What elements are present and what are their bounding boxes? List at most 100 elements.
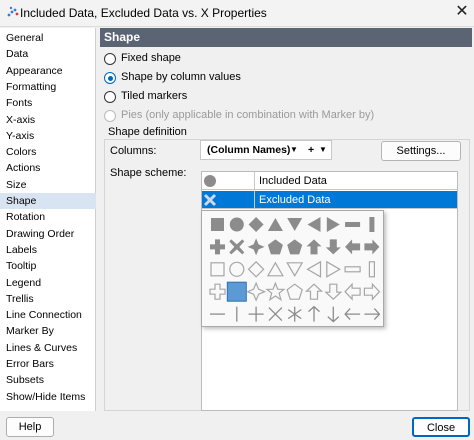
nav-item-show-hide-items[interactable]: Show/Hide Items (0, 389, 96, 405)
columns-label: Columns: (110, 145, 157, 157)
tri-up-filled-icon[interactable] (267, 218, 283, 231)
radio-label: Pies (only applicable in combination wit… (121, 109, 375, 121)
star4-filled-icon[interactable] (247, 238, 265, 256)
x-filled-icon[interactable] (229, 239, 245, 255)
nav-item-legend[interactable]: Legend (0, 275, 96, 291)
nav-item-fonts[interactable]: Fonts (0, 95, 96, 111)
thin-right-line-icon[interactable] (364, 308, 381, 321)
close-button[interactable]: Close (412, 417, 470, 437)
tri-down-filled-icon[interactable] (287, 218, 303, 231)
nav-item-size[interactable]: Size (0, 177, 96, 193)
nav-item-marker-by[interactable]: Marker By (0, 323, 96, 339)
thin-x-line-icon[interactable] (268, 307, 283, 322)
hbar-outline-icon[interactable] (344, 266, 361, 273)
title-bar: Included Data, Excluded Data vs. X Prope… (0, 0, 474, 27)
palette-selected-square[interactable] (226, 281, 247, 302)
scheme-row-label: Included Data (259, 175, 327, 187)
shape-palette-popup[interactable] (201, 210, 384, 327)
tri-up-outline-icon[interactable] (266, 261, 284, 277)
radio-label: Shape by column values (121, 71, 241, 83)
pentagon-outline-icon[interactable] (286, 283, 303, 300)
nav-item-x-axis[interactable]: X-axis (0, 112, 96, 128)
arrow-left-filled-icon[interactable] (345, 239, 361, 255)
plus-outline-icon[interactable] (209, 283, 226, 300)
nav-item-subsets[interactable]: Subsets (0, 372, 96, 388)
properties-nav: General Data Appearance Formatting Fonts X-ax… (0, 28, 96, 411)
square-outline-icon[interactable] (210, 262, 225, 277)
shape-palette-grid[interactable] (202, 211, 385, 328)
settings-button[interactable]: Settings... (381, 141, 461, 161)
dialog-footer: Help Close (0, 411, 474, 440)
asterisk-line-icon[interactable] (287, 306, 302, 322)
scheme-row-label: Excluded Data (259, 194, 331, 206)
pentagon-filled-icon[interactable] (287, 239, 303, 255)
column-modifier-dropdown[interactable]: + (308, 143, 314, 157)
arrow-left-outline-icon[interactable] (344, 282, 361, 301)
radio-label: Fixed shape (121, 52, 181, 64)
hbar-filled-icon[interactable] (345, 222, 361, 227)
arrow-up-filled-icon[interactable] (306, 239, 322, 255)
nav-item-formatting[interactable]: Formatting (0, 79, 96, 95)
tri-right-filled-icon[interactable] (326, 217, 340, 232)
nav-item-shape[interactable]: Shape (0, 193, 96, 209)
radio-button (104, 110, 116, 122)
nav-item-y-axis[interactable]: Y-axis (0, 128, 96, 144)
vbar-filled-icon[interactable] (369, 217, 375, 232)
tri-right-outline-icon[interactable] (326, 260, 342, 278)
scheme-row-included[interactable]: Included Data (202, 172, 457, 190)
thin-left-line-icon[interactable] (344, 308, 361, 321)
arrow-down-outline-icon[interactable] (324, 283, 343, 301)
radio-label: Tiled markers (121, 90, 188, 102)
nav-item-rotation[interactable]: Rotation (0, 209, 96, 225)
nav-item-lines-curves[interactable]: Lines & Curves (0, 340, 96, 356)
circle-outline-icon[interactable] (229, 261, 245, 277)
nav-item-error-bars[interactable]: Error Bars (0, 356, 96, 372)
shape-definition-title: Shape definition (108, 126, 187, 138)
pentagon-filled-icon[interactable] (267, 239, 283, 255)
nav-item-colors[interactable]: Colors (0, 144, 96, 160)
nav-item-tooltip[interactable]: Tooltip (0, 258, 96, 274)
chevron-down-icon[interactable]: ▼ (290, 143, 298, 157)
plus-filled-icon[interactable] (210, 239, 225, 255)
nav-item-appearance[interactable]: Appearance (0, 63, 96, 79)
square-filled-icon[interactable] (211, 218, 224, 231)
arrow-up-outline-icon[interactable] (304, 283, 324, 300)
window-title: Included Data, Excluded Data vs. X Prope… (20, 6, 267, 20)
panel-header: Shape (100, 28, 472, 47)
radio-button[interactable] (104, 53, 116, 65)
arrow-right-outline-icon[interactable] (363, 282, 381, 301)
thin-up-line-icon[interactable] (308, 305, 320, 322)
thin-down-line-icon[interactable] (327, 306, 340, 323)
tri-down-outline-icon[interactable] (286, 262, 304, 278)
columns-selector[interactable]: (Column Names) ▼ + ▼ (200, 140, 332, 160)
tri-left-filled-icon[interactable] (307, 217, 321, 232)
nav-item-actions[interactable]: Actions (0, 160, 96, 176)
nav-item-line-connection[interactable]: Line Connection (0, 307, 96, 323)
arrow-right-filled-icon[interactable] (364, 239, 380, 255)
radio-button[interactable] (104, 91, 116, 103)
nav-item-general[interactable]: General (0, 30, 96, 46)
chevron-down-icon[interactable]: ▼ (319, 143, 327, 157)
scheme-row-excluded[interactable]: Excluded Data (202, 191, 457, 209)
column-names-dropdown[interactable]: (Column Names) (207, 143, 290, 157)
help-button[interactable]: Help (6, 417, 54, 437)
thin-plus-line-icon[interactable] (248, 306, 264, 322)
diamond-filled-icon[interactable] (248, 217, 264, 232)
star5-outline-icon[interactable] (265, 281, 286, 302)
x-outline-icon[interactable] (202, 191, 255, 209)
tri-left-outline-icon[interactable] (306, 260, 322, 278)
nav-item-labels[interactable]: Labels (0, 242, 96, 258)
app-icon (7, 6, 19, 17)
arrow-down-filled-icon[interactable] (325, 239, 341, 255)
shape-scheme-label: Shape scheme: (110, 167, 187, 179)
vbar-outline-icon[interactable] (368, 261, 375, 278)
nav-item-trellis[interactable]: Trellis (0, 291, 96, 307)
nav-item-data[interactable]: Data (0, 46, 96, 62)
diamond-outline-icon[interactable] (247, 260, 265, 278)
nav-item-drawing-order[interactable]: Drawing Order (0, 226, 96, 242)
close-window-icon[interactable]: ✕ (450, 0, 474, 26)
star4-outline-icon[interactable] (246, 281, 267, 302)
circle-filled-icon[interactable] (202, 172, 255, 190)
circle-filled-icon[interactable] (229, 217, 244, 232)
radio-button[interactable] (104, 72, 116, 84)
